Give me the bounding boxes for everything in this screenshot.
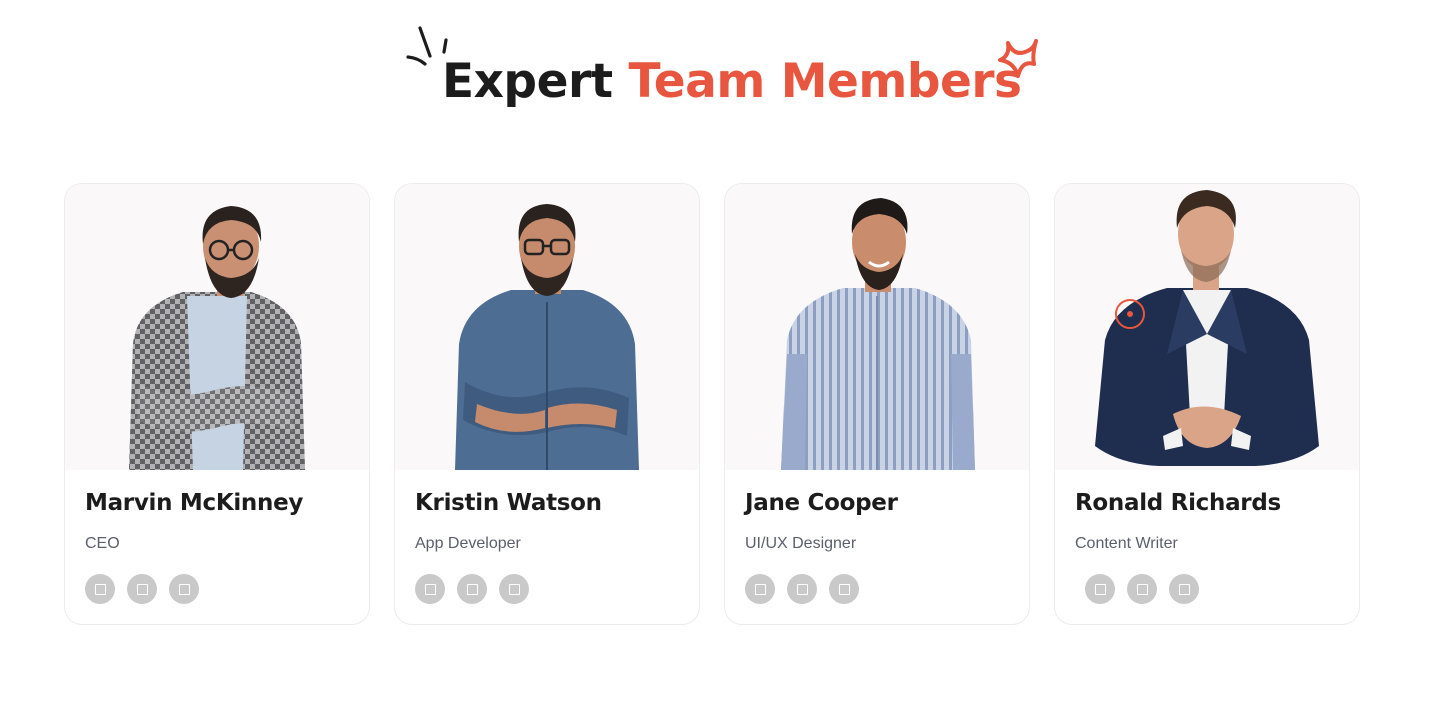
title-accent: Team Members — [628, 54, 1022, 109]
social-link-button[interactable] — [127, 574, 157, 604]
social-links — [1085, 574, 1199, 604]
member-name: Kristin Watson — [415, 490, 602, 516]
social-link-button[interactable] — [1169, 574, 1199, 604]
member-role: Content Writer — [1075, 535, 1178, 552]
social-link-button[interactable] — [1085, 574, 1115, 604]
social-icon — [424, 583, 436, 595]
social-links — [745, 574, 859, 604]
social-link-button[interactable] — [787, 574, 817, 604]
member-name: Jane Cooper — [745, 490, 898, 516]
social-icon — [838, 583, 850, 595]
member-role: CEO — [85, 535, 120, 552]
member-role: UI/UX Designer — [745, 535, 857, 552]
social-icon — [1178, 583, 1190, 595]
member-name: Ronald Richards — [1075, 490, 1281, 516]
social-icon — [466, 583, 478, 595]
member-role: App Developer — [415, 535, 521, 552]
member-photo — [1055, 184, 1359, 470]
member-name: Marvin McKinney — [85, 490, 304, 516]
team-card[interactable]: Ronald Richards Content Writer — [1054, 183, 1360, 625]
member-photo — [395, 184, 699, 470]
team-card[interactable]: Marvin McKinney CEO — [64, 183, 370, 625]
social-link-button[interactable] — [499, 574, 529, 604]
social-link-button[interactable] — [829, 574, 859, 604]
team-card[interactable]: Kristin Watson App Developer — [394, 183, 700, 625]
title-prefix: Expert — [442, 54, 613, 109]
target-dot — [1127, 311, 1133, 317]
cursor-target-marker — [1115, 299, 1145, 329]
team-card[interactable]: Jane Cooper UI/UX Designer — [724, 183, 1030, 625]
social-links — [85, 574, 199, 604]
member-photo — [725, 184, 1029, 470]
star-icon — [998, 39, 1038, 78]
social-icon — [94, 583, 106, 595]
social-icon — [1094, 583, 1106, 595]
social-icon — [754, 583, 766, 595]
section-header: Expert Team Members — [0, 0, 1432, 140]
page-title: Expert Team Members — [442, 52, 1022, 112]
social-icon — [178, 583, 190, 595]
social-icon — [136, 583, 148, 595]
social-link-button[interactable] — [85, 574, 115, 604]
social-link-button[interactable] — [745, 574, 775, 604]
social-icon — [508, 583, 520, 595]
social-links — [415, 574, 529, 604]
social-icon — [1136, 583, 1148, 595]
social-link-button[interactable] — [169, 574, 199, 604]
social-link-button[interactable] — [457, 574, 487, 604]
social-icon — [796, 583, 808, 595]
social-link-button[interactable] — [1127, 574, 1157, 604]
social-link-button[interactable] — [415, 574, 445, 604]
member-photo — [65, 184, 369, 470]
